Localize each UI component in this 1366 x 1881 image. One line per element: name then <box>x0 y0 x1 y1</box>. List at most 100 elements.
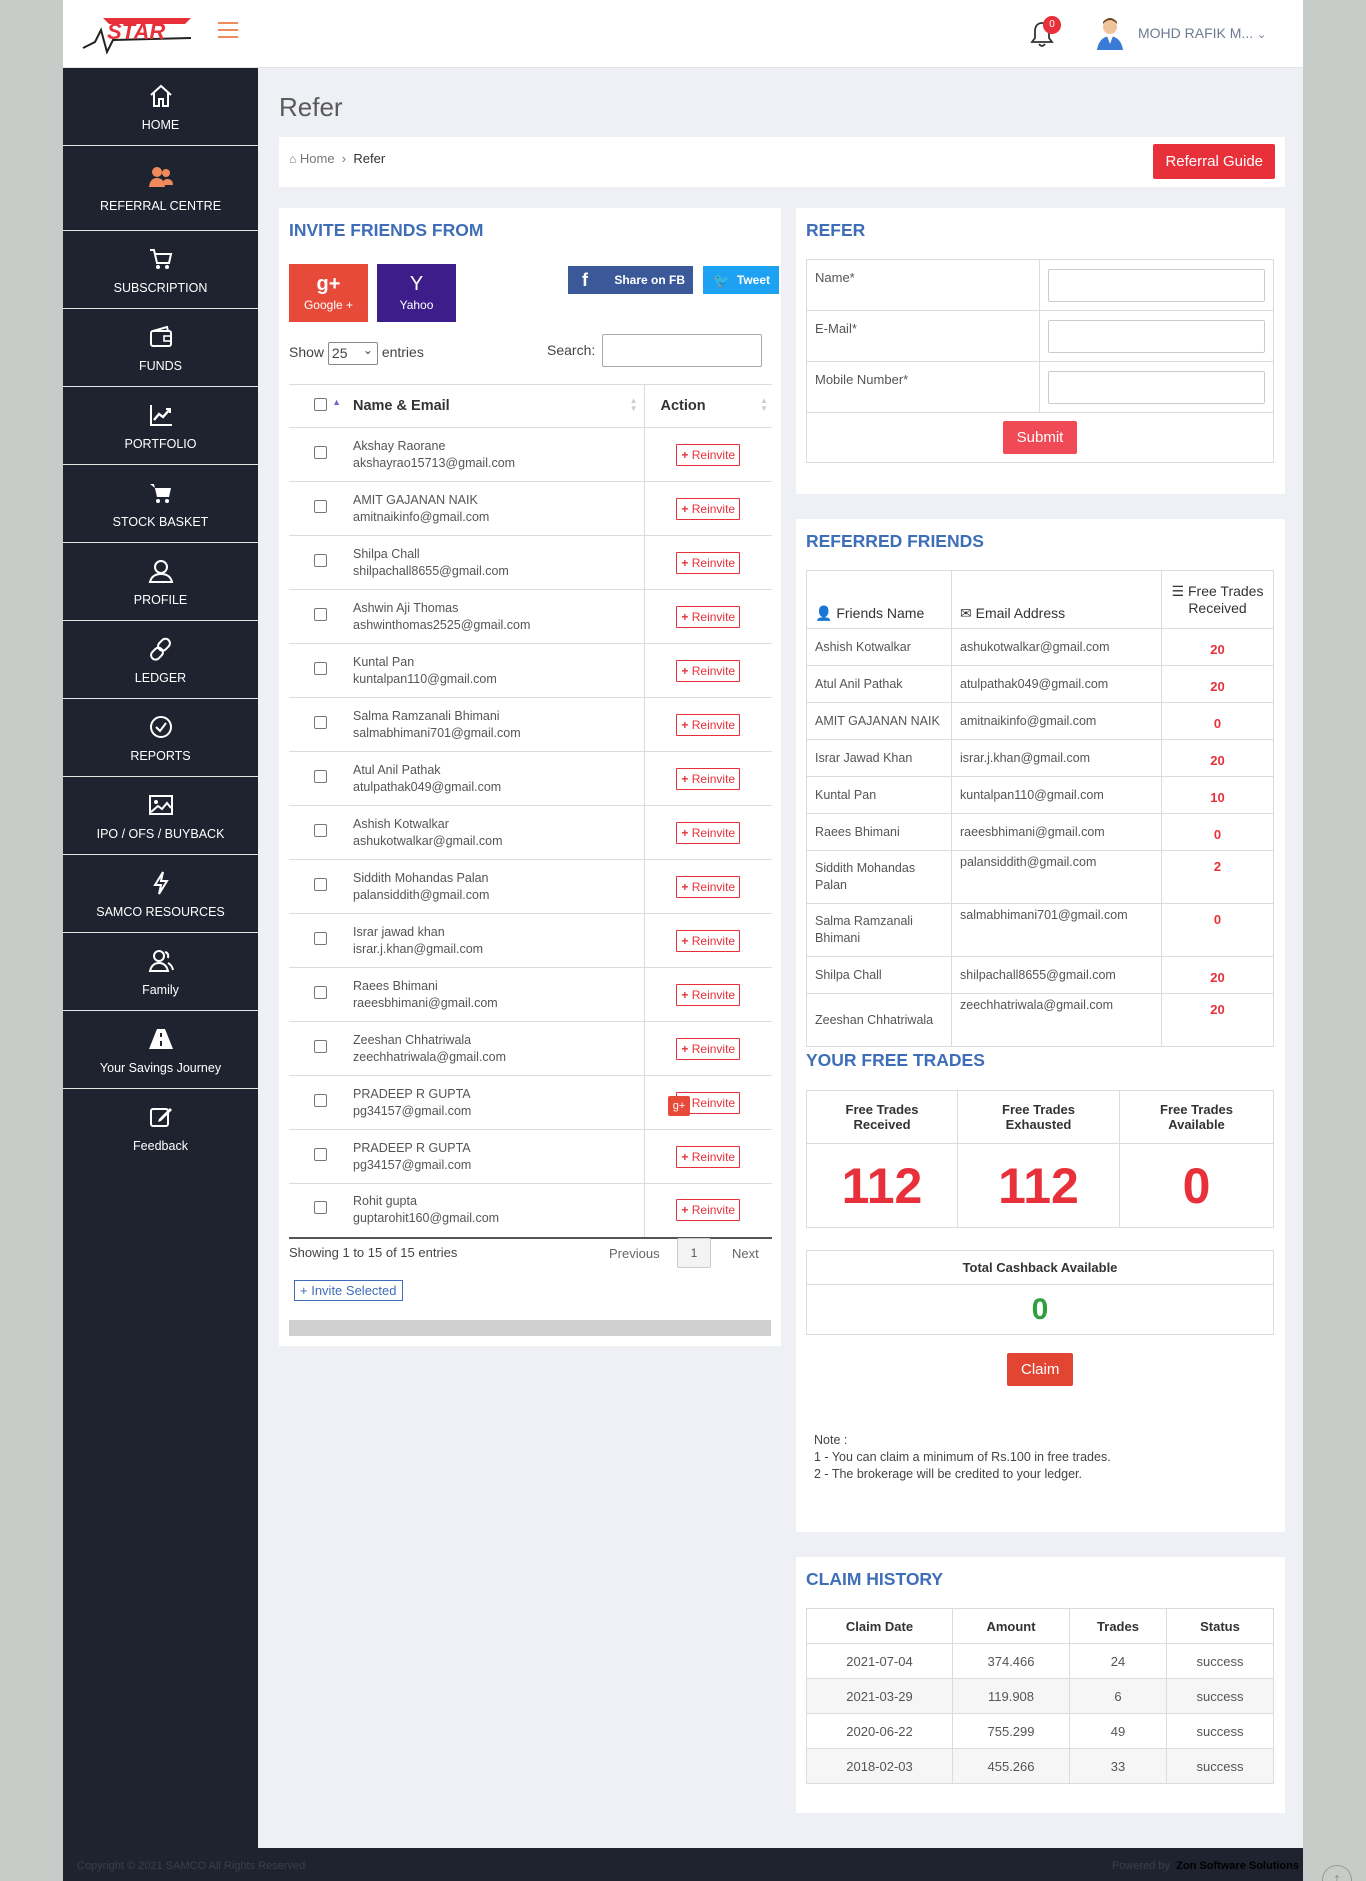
row-checkbox[interactable] <box>313 1147 327 1161</box>
reinvite-button[interactable]: + Reinvite <box>676 605 741 628</box>
friend-name: Zeeshan Chhatriwala <box>815 1012 934 1027</box>
sort-icon: ▲ ▼ <box>760 396 768 413</box>
users-icon <box>148 949 174 972</box>
row-checkbox[interactable] <box>313 985 327 999</box>
sidebar-item-ledger[interactable]: LEDGER <box>63 621 258 699</box>
friend-free-trades: 20 <box>1210 752 1225 768</box>
table-row: Rohit gupta guptarohit160@gmail.com + Rein… <box>289 1183 772 1239</box>
sidebar-item-samco-resources[interactable]: SAMCO RESOURCES <box>63 855 258 933</box>
reinvite-button[interactable]: + Reinvite <box>676 767 741 790</box>
friend-email: israr.j.khan@gmail.com <box>960 751 1091 765</box>
row-checkbox[interactable] <box>313 1093 327 1107</box>
reinvite-button[interactable]: + Reinvite <box>676 713 741 736</box>
prev-page-button[interactable]: Previous <box>609 1246 660 1261</box>
reinvite-button[interactable]: + Reinvite <box>676 1199 741 1222</box>
breadcrumb: ⌂ Home › Refer Referral Guide <box>279 137 1285 187</box>
row-checkbox[interactable] <box>313 553 327 567</box>
sidebar-item-reports[interactable]: REPORTS <box>63 699 258 777</box>
row-checkbox[interactable] <box>313 931 327 945</box>
reinvite-button[interactable]: + Reinvite <box>676 443 741 466</box>
table-info: Showing 1 to 15 of 15 entries <box>289 1245 458 1260</box>
breadcrumb-home-link[interactable]: Home <box>300 151 335 166</box>
row-checkbox[interactable] <box>313 1201 327 1215</box>
reinvite-button[interactable]: + Reinvite <box>676 497 741 520</box>
sidebar-item-ipo[interactable]: IPO / OFS / BUYBACK <box>63 777 258 855</box>
friends-name-header: Friends Name <box>836 605 925 621</box>
email-field[interactable] <box>1048 319 1265 353</box>
action-header[interactable]: Action ▲ ▼ <box>643 384 772 428</box>
row-checkbox[interactable] <box>313 499 327 513</box>
reinvite-button[interactable]: + Reinvite <box>676 929 741 952</box>
invitee-email: akshayrao15713@gmail.com <box>353 455 516 470</box>
sidebar-item-stock-basket[interactable]: STOCK BASKET <box>63 465 258 543</box>
powered-by-company[interactable]: Zon Software Solutions <box>1176 1860 1299 1872</box>
row-checkbox[interactable] <box>313 823 327 837</box>
select-all-checkbox[interactable] <box>313 397 327 411</box>
reinvite-label: Reinvite <box>691 825 736 840</box>
menu-toggle-icon[interactable] <box>218 22 238 38</box>
invitee-email: atulpathak049@gmail.com <box>353 779 502 794</box>
sidebar-item-funds[interactable]: FUNDS <box>63 309 258 387</box>
reinvite-button[interactable]: + Reinvite <box>676 983 741 1006</box>
referral-guide-button[interactable]: Referral Guide <box>1153 144 1275 179</box>
scroll-to-top-button[interactable]: ↑ <box>1322 1865 1352 1881</box>
row-checkbox[interactable] <box>313 1039 327 1053</box>
row-checkbox[interactable] <box>313 607 327 621</box>
invitee-name: PRADEEP R GUPTA <box>353 1140 471 1155</box>
logo-text: STAR <box>107 19 165 44</box>
entries-select[interactable]: 25 ⌄ <box>327 342 378 365</box>
search-input[interactable] <box>602 334 762 367</box>
mobile-field[interactable] <box>1048 370 1265 404</box>
sidebar-item-savings-journey[interactable]: Your Savings Journey <box>63 1011 258 1089</box>
row-checkbox[interactable] <box>313 661 327 675</box>
tweet-label: Tweet <box>736 273 770 287</box>
claim-button[interactable]: Claim <box>1007 1353 1074 1386</box>
edit-icon <box>149 1108 172 1127</box>
twitter-icon: 🐦 <box>713 272 731 288</box>
reinvite-button[interactable]: + Reinvite <box>676 1037 741 1060</box>
invite-selected-button[interactable]: + Invite Selected <box>294 1280 403 1301</box>
tweet-button[interactable]: 🐦 Tweet <box>703 266 779 294</box>
next-page-button[interactable]: Next <box>732 1246 759 1261</box>
sidebar-item-referral-centre[interactable]: REFERRAL CENTRE <box>63 146 258 231</box>
email-field-label: E-Mail* <box>815 321 857 336</box>
user-menu[interactable]: MOHD RAFIK M... ⌄ <box>1138 25 1266 41</box>
reinvite-button[interactable]: + Reinvite <box>676 875 741 898</box>
sidebar-item-portfolio[interactable]: PORTFOLIO <box>63 387 258 465</box>
claim-amount: 119.908 <box>987 1688 1035 1704</box>
sidebar-item-label: HOME <box>141 117 180 132</box>
yahoo-button[interactable]: Y Yahoo <box>377 264 456 322</box>
name-email-header[interactable]: Name & Email ▲ ▼ <box>351 384 644 428</box>
row-checkbox[interactable] <box>313 445 327 459</box>
sidebar-item-profile[interactable]: PROFILE <box>63 543 258 621</box>
row-checkbox[interactable] <box>313 877 327 891</box>
sidebar-item-home[interactable]: HOME <box>63 68 258 146</box>
page-1-button[interactable]: 1 <box>677 1238 711 1268</box>
share-on-fb-button[interactable]: f Share on FB <box>568 266 693 294</box>
claim-date: 2021-03-29 <box>846 1688 913 1704</box>
name-field[interactable] <box>1048 268 1265 302</box>
free-trades-table: Free Trades Received Free Trades Exhaust… <box>806 1090 1274 1228</box>
plus-icon: + <box>681 663 689 678</box>
claim-trades: 24 <box>1110 1653 1126 1669</box>
share-on-fb-label: Share on FB <box>614 273 685 287</box>
sidebar-item-family[interactable]: Family <box>63 933 258 1011</box>
google-plus-button[interactable]: g+ Google + <box>289 264 368 322</box>
sidebar-item-subscription[interactable]: SUBSCRIPTION <box>63 231 258 309</box>
submit-button[interactable]: Submit <box>1002 421 1078 454</box>
plus-icon: + <box>681 1041 689 1056</box>
reinvite-button[interactable]: + Reinvite <box>676 1145 741 1168</box>
table-row: Israr jawad khan israr.j.khan@gmail.com + … <box>289 913 772 968</box>
reinvite-button[interactable]: + Reinvite <box>676 821 741 844</box>
plus-icon: + <box>300 1283 308 1298</box>
amount-header: Amount <box>986 1618 1036 1634</box>
horizontal-scrollbar[interactable] <box>289 1320 771 1336</box>
avatar[interactable] <box>1095 16 1125 52</box>
sidebar-item-feedback[interactable]: Feedback <box>63 1089 258 1167</box>
reinvite-button[interactable]: + Reinvite <box>676 659 741 682</box>
friend-name: AMIT GAJANAN NAIK <box>815 713 940 728</box>
row-checkbox[interactable] <box>313 715 327 729</box>
row-checkbox[interactable] <box>313 769 327 783</box>
reinvite-button[interactable]: + Reinvite <box>676 551 741 574</box>
star-logo[interactable]: STAR <box>81 12 196 58</box>
